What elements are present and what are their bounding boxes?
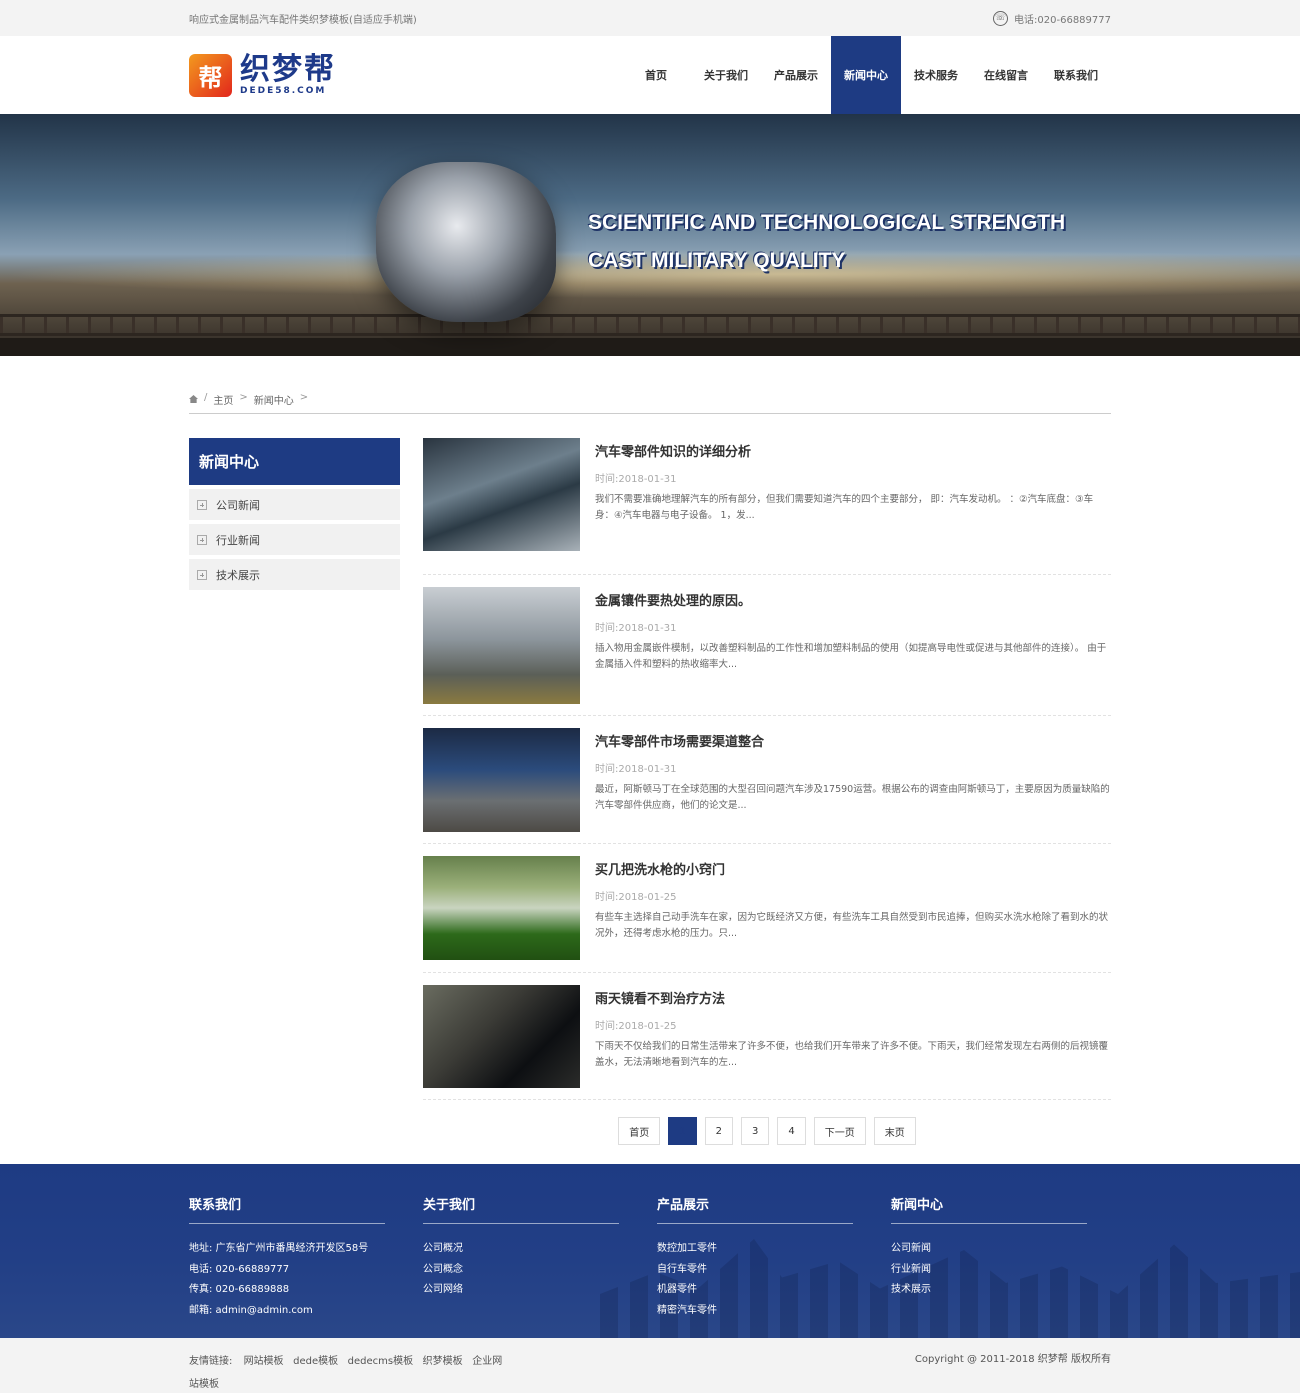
page-last[interactable]: 末页 [873,1117,916,1145]
banner-slogan-line1: SCIENTIFIC AND TECHNOLOGICAL STRENGTH [588,211,1066,234]
news-summary: 有些车主选择自己动手洗车在家，因为它既经济又方便，有些洗车工具自然受到市民追捧，… [595,912,1109,939]
nav-news[interactable]: 新闻中心 [831,36,901,114]
pagination: 首页 1 2 3 4 下一页 末页 [423,1117,1111,1145]
friend-link[interactable]: 织梦模板 [423,1356,463,1367]
banner-slogan-line2: CAST MILITARY QUALITY [588,249,846,272]
nav-products[interactable]: 产品展示 [761,36,831,114]
news-title[interactable]: 汽车零部件市场需要渠道整合 [595,731,1111,750]
nav-contact[interactable]: 联系我们 [1041,36,1111,114]
page-3[interactable]: 3 [741,1117,770,1145]
top-phone-number: 电话:020-66889777 [1014,14,1111,26]
news-time: 时间:2018-01-25 [595,1021,677,1032]
top-bar: 响应式金属制品汽车配件类织梦模板(自适应手机端) ☏ 电话:020-668897… [0,0,1300,36]
news-thumbnail[interactable] [423,438,580,551]
footer-link[interactable]: 公司网络 [423,1280,619,1301]
footer-phone: 电话: 020-66889777 [189,1263,290,1275]
footer-link[interactable]: 行业新闻 [891,1260,1087,1281]
site-tagline: 响应式金属制品汽车配件类织梦模板(自适应手机端) [189,14,417,26]
list-item: 汽车零部件知识的详细分析 时间:2018-01-31 我们不需要准确地理解汽车的… [423,438,1111,575]
footer-contact: 联系我们 地址: 广东省广州市番禺经济开发区58号 电话: 020-668897… [189,1194,385,1321]
footer-link[interactable]: 数控加工零件 [657,1239,853,1260]
news-time: 时间:2018-01-31 [595,764,677,775]
page-2[interactable]: 2 [704,1117,733,1145]
top-phone: ☏ 电话:020-66889777 [993,10,1111,26]
phone-icon: ☏ [993,10,1009,26]
footer-link[interactable]: 机器零件 [657,1280,853,1301]
hero-banner: SCIENTIFIC AND TECHNOLOGICAL STRENGTH CA… [0,114,1300,356]
news-thumbnail[interactable] [423,985,580,1088]
sidebar-item-company-news[interactable]: 公司新闻 [189,489,400,520]
site-logo[interactable]: 帮 织梦帮 DEDE58.COM [189,52,336,97]
list-item: 金属镶件要热处理的原因。 时间:2018-01-31 插入物用金属嵌件模制，以改… [423,575,1111,716]
page-first[interactable]: 首页 [618,1117,661,1145]
sidebar-item-tech-showcase[interactable]: 技术展示 [189,559,400,590]
footer-news: 新闻中心 公司新闻 行业新闻 技术展示 [891,1194,1087,1321]
news-time: 时间:2018-01-25 [595,892,677,903]
news-title[interactable]: 雨天镜看不到治疗方法 [595,988,1111,1007]
sidebar: 新闻中心 公司新闻 行业新闻 技术展示 [189,438,400,1145]
nav-tech-service[interactable]: 技术服务 [901,36,971,114]
news-time: 时间:2018-01-31 [595,623,677,634]
logo-domain: DEDE58.COM [240,86,327,96]
footer-fax: 传真: 020-66889888 [189,1284,290,1295]
friend-link[interactable]: dedecms模板 [348,1356,413,1367]
home-icon[interactable] [189,395,198,403]
breadcrumb-current[interactable]: 新闻中心 [254,392,294,407]
news-thumbnail[interactable] [423,587,580,704]
breadcrumb-home[interactable]: 主页 [213,392,233,407]
sidebar-title: 新闻中心 [189,438,400,485]
news-title[interactable]: 金属镶件要热处理的原因。 [595,590,1111,609]
news-summary: 我们不需要准确地理解汽车的所有部分，但我们需要知道汽车的四个主要部分， 即：汽车… [595,494,1094,521]
friend-link[interactable]: 网站模板 [244,1356,284,1367]
news-thumbnail[interactable] [423,856,580,960]
sidebar-item-industry-news[interactable]: 行业新闻 [189,524,400,555]
logo-text: 织梦帮 [240,52,336,87]
nav-home[interactable]: 首页 [621,36,691,114]
list-item: 汽车零部件市场需要渠道整合 时间:2018-01-31 最近，阿斯顿马丁在全球范… [423,716,1111,844]
breadcrumb: / 主页 > 新闻中心 > [189,392,1111,414]
nav-about[interactable]: 关于我们 [691,36,761,114]
news-title[interactable]: 汽车零部件知识的详细分析 [595,441,1111,460]
main-nav: 首页 关于我们 产品展示 新闻中心 技术服务 在线留言 联系我们 [621,36,1111,114]
news-summary: 插入物用金属嵌件模制，以改善塑料制品的工作性和增加塑料制品的使用（如提高导电性或… [595,643,1107,670]
header: 帮 织梦帮 DEDE58.COM 首页 关于我们 产品展示 新闻中心 技术服务 … [0,36,1300,114]
banner-slogan: SCIENTIFIC AND TECHNOLOGICAL STRENGTH CA… [588,204,1065,280]
news-time: 时间:2018-01-31 [595,474,677,485]
footer-email: 邮箱: admin@admin.com [189,1304,313,1316]
news-list: 汽车零部件知识的详细分析 时间:2018-01-31 我们不需要准确地理解汽车的… [423,438,1111,1145]
news-summary: 最近，阿斯顿马丁在全球范围的大型召回问题汽车涉及17590运营。根据公布的调查由… [595,784,1110,811]
page-next[interactable]: 下一页 [813,1117,866,1145]
footer-link[interactable]: 精密汽车零件 [657,1301,853,1322]
footer-link[interactable]: 公司概况 [423,1239,619,1260]
banner-railing [0,314,1300,336]
page-4[interactable]: 4 [777,1117,806,1145]
plus-icon [197,569,207,580]
news-thumbnail[interactable] [423,728,580,832]
footer-link[interactable]: 技术展示 [891,1280,1087,1301]
news-title[interactable]: 买几把洗水枪的小窍门 [595,859,1111,878]
nav-message[interactable]: 在线留言 [971,36,1041,114]
engine-image [376,162,556,322]
footer-link[interactable]: 公司概念 [423,1260,619,1281]
footer-link[interactable]: 自行车零件 [657,1260,853,1281]
plus-icon [197,534,207,545]
page-current[interactable]: 1 [668,1117,697,1145]
footer-products: 产品展示 数控加工零件 自行车零件 机器零件 精密汽车零件 [657,1194,853,1321]
list-item: 雨天镜看不到治疗方法 时间:2018-01-25 下雨天不仅给我们的日常生活带来… [423,973,1111,1100]
copyright: Copyright @ 2011-2018 织梦帮 版权所有 [914,1354,1111,1365]
friend-link[interactable]: dede模板 [293,1356,338,1367]
footer: 联系我们 地址: 广东省广州市番禺经济开发区58号 电话: 020-668897… [0,1164,1300,1338]
bottom-bar: 友情链接: 网站模板 dede模板 dedecms模板 织梦模板 企业网站模板 … [0,1338,1300,1393]
footer-address: 地址: 广东省广州市番禺经济开发区58号 [189,1243,369,1254]
logo-mark: 帮 [189,53,232,97]
news-summary: 下雨天不仅给我们的日常生活带来了许多不便，也给我们开车带来了许多不便。下雨天，我… [595,1041,1109,1068]
friend-links: 友情链接: 网站模板 dede模板 dedecms模板 织梦模板 企业网站模板 [189,1356,503,1390]
list-item: 买几把洗水枪的小窍门 时间:2018-01-25 有些车主选择自己动手洗车在家，… [423,844,1111,973]
footer-link[interactable]: 公司新闻 [891,1239,1087,1260]
footer-about: 关于我们 公司概况 公司概念 公司网络 [423,1194,619,1321]
plus-icon [197,499,207,510]
